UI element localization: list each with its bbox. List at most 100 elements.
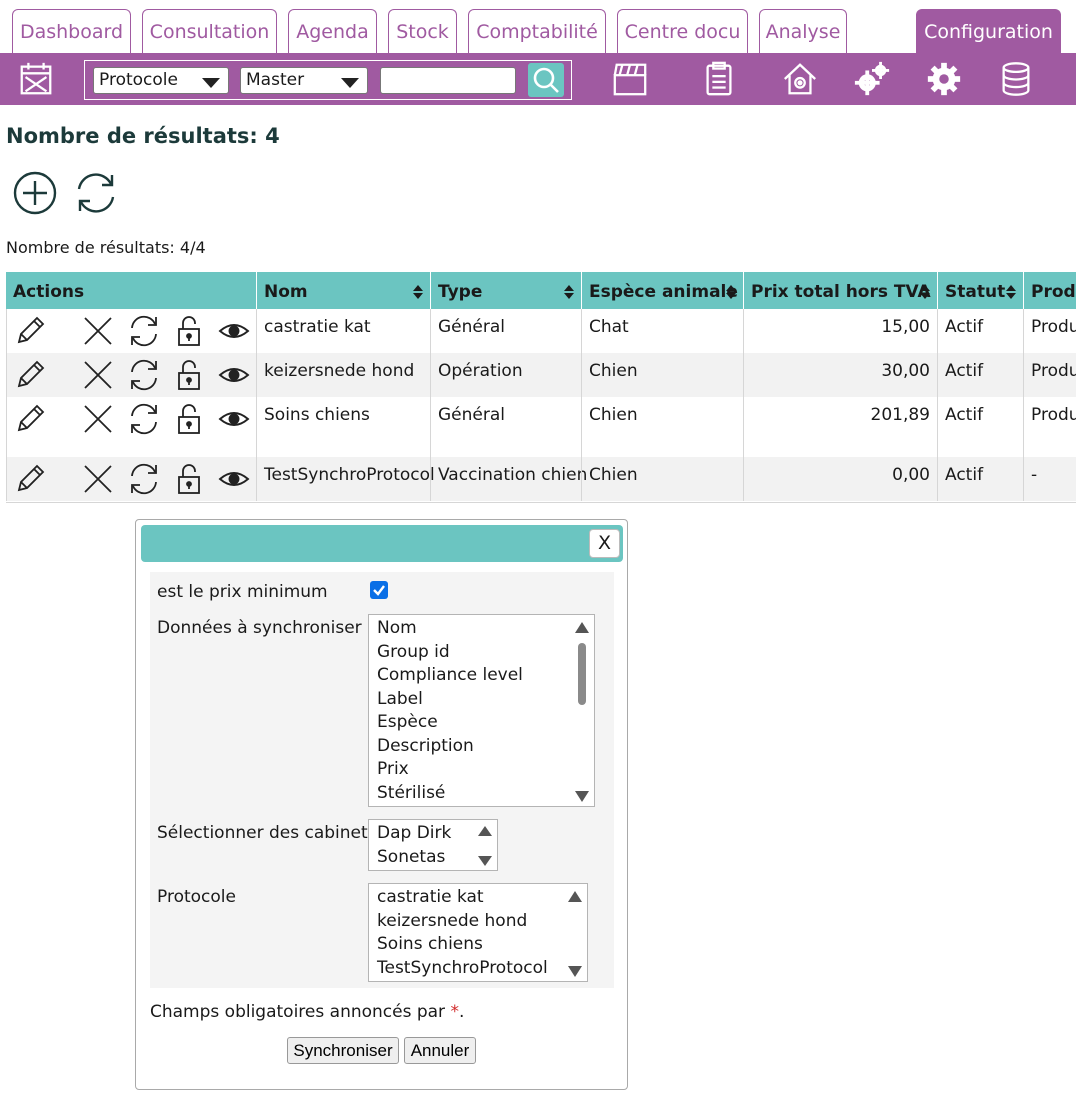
result-count: Nombre de résultats: 4/4 (6, 238, 206, 257)
unlock-icon (178, 404, 200, 434)
check-icon (373, 585, 385, 596)
tab-consultation[interactable]: Consultation (142, 9, 277, 53)
type-select[interactable]: Protocole (93, 67, 229, 94)
eye-icon (218, 368, 250, 382)
tab-stock[interactable]: Stock (388, 9, 457, 53)
list-option[interactable]: Soins chiens (377, 934, 483, 954)
edit-button[interactable] (13, 462, 47, 496)
col-nom[interactable]: Nom (256, 272, 430, 309)
view-button[interactable] (217, 314, 251, 348)
close-icon (84, 465, 112, 493)
list-option[interactable]: Group id (377, 642, 450, 662)
sort-icon (920, 285, 930, 299)
col-prix[interactable]: Prix total hors TVA (743, 272, 937, 309)
sort-icon (564, 285, 574, 299)
sync-button[interactable] (127, 462, 161, 496)
cell-produit: Produ (1023, 397, 1076, 457)
unlock-button[interactable] (172, 402, 206, 436)
list-option[interactable]: Nom (377, 618, 417, 638)
clipboard-icon[interactable] (697, 57, 741, 101)
clapperboard-icon[interactable] (608, 57, 652, 101)
list-option[interactable]: Espèce (377, 712, 438, 732)
tab-centre-docu[interactable]: Centre docu (617, 9, 748, 53)
house-gear-icon[interactable] (778, 57, 822, 101)
list-option[interactable]: Label (377, 689, 423, 709)
tab-comptabilite[interactable]: Comptabilité (468, 9, 606, 53)
list-option[interactable]: Description (377, 736, 474, 756)
sync-button[interactable] (127, 314, 161, 348)
sort-icon (413, 285, 423, 299)
cell-produit: Produ (1023, 309, 1076, 353)
required-period: . (458, 1002, 465, 1022)
scrollbar-track (478, 826, 492, 866)
edit-button[interactable] (13, 402, 47, 436)
unlock-button[interactable] (172, 314, 206, 348)
chevron-down-icon (341, 78, 359, 88)
delete-button[interactable] (81, 314, 115, 348)
view-button[interactable] (217, 462, 251, 496)
sync-data-listbox[interactable]: Nom Group id Compliance level Label Espèce De… (368, 614, 595, 807)
list-option[interactable]: Stérilisé (377, 783, 445, 803)
cell-type: Général (430, 309, 581, 353)
col-espece[interactable]: Espèce animale (581, 272, 743, 309)
edit-button[interactable] (13, 358, 47, 392)
add-button[interactable] (12, 170, 58, 216)
delete-button[interactable] (81, 358, 115, 392)
scrollbar[interactable] (565, 886, 585, 979)
synchronize-button[interactable]: Synchroniser (287, 1037, 399, 1064)
col-produit[interactable]: Produ (1023, 272, 1076, 309)
required-note: Champs obligatoires annoncés par *. (150, 1002, 464, 1022)
calendar-icon[interactable] (14, 57, 58, 101)
refresh-icon (77, 173, 115, 213)
scope-select[interactable]: Master (240, 67, 368, 94)
cell-type: Vaccination chien (430, 457, 587, 501)
tab-configuration[interactable]: Configuration (916, 9, 1061, 53)
delete-button[interactable] (81, 462, 115, 496)
list-option[interactable]: Compliance level (377, 665, 523, 685)
col-statut-label: Statut (945, 282, 1006, 302)
search-button[interactable] (528, 63, 564, 97)
tab-dashboard[interactable]: Dashboard (12, 9, 131, 53)
cabinets-listbox[interactable]: Dap Dirk Sonetas (368, 819, 498, 871)
database-icon[interactable] (994, 57, 1038, 101)
refresh-icon (131, 359, 157, 391)
protocol-listbox[interactable]: castratie kat keizersnede hond Soins chien… (368, 883, 588, 982)
list-option[interactable]: Dap Dirk (377, 823, 451, 843)
refresh-button[interactable] (72, 170, 120, 216)
plus-circle-icon (13, 171, 57, 215)
list-option[interactable]: castratie kat (377, 887, 484, 907)
search-bar: Protocole Master (84, 60, 572, 100)
scrollbar[interactable] (572, 617, 592, 804)
list-option[interactable]: Sonetas (377, 847, 445, 867)
min-price-checkbox[interactable] (370, 581, 388, 599)
cell-statut: Actif (937, 457, 1023, 501)
gears-icon[interactable] (850, 57, 894, 101)
gear-icon[interactable] (922, 57, 966, 101)
view-button[interactable] (217, 358, 251, 392)
list-option[interactable]: TestSynchroProtocol (377, 958, 548, 978)
table-row: TestSynchroProtocol Vaccination chien Ch… (6, 457, 1076, 501)
tab-analyse[interactable]: Analyse (759, 9, 847, 53)
delete-button[interactable] (81, 402, 115, 436)
refresh-icon (131, 403, 157, 435)
col-espece-label: Espèce animale (589, 282, 738, 302)
close-button[interactable]: X (589, 529, 620, 558)
scrollbar[interactable] (475, 822, 495, 868)
col-type[interactable]: Type (430, 272, 581, 309)
sync-button[interactable] (127, 402, 161, 436)
search-input[interactable] (380, 67, 516, 94)
sync-data-label: Données à synchroniser (157, 618, 362, 638)
tab-agenda[interactable]: Agenda (288, 9, 377, 53)
unlock-button[interactable] (172, 358, 206, 392)
col-statut[interactable]: Statut (937, 272, 1023, 309)
sync-dialog: X est le prix minimum Données à synchron… (135, 519, 628, 1090)
unlock-button[interactable] (172, 462, 206, 496)
col-actions: Actions (6, 272, 256, 309)
cancel-button[interactable]: Annuler (404, 1037, 476, 1064)
view-button[interactable] (217, 402, 251, 436)
list-option[interactable]: keizersnede hond (377, 911, 527, 931)
edit-button[interactable] (13, 314, 47, 348)
list-option[interactable]: Prix (377, 759, 409, 779)
sync-button[interactable] (127, 358, 161, 392)
actions-cell (6, 457, 256, 501)
